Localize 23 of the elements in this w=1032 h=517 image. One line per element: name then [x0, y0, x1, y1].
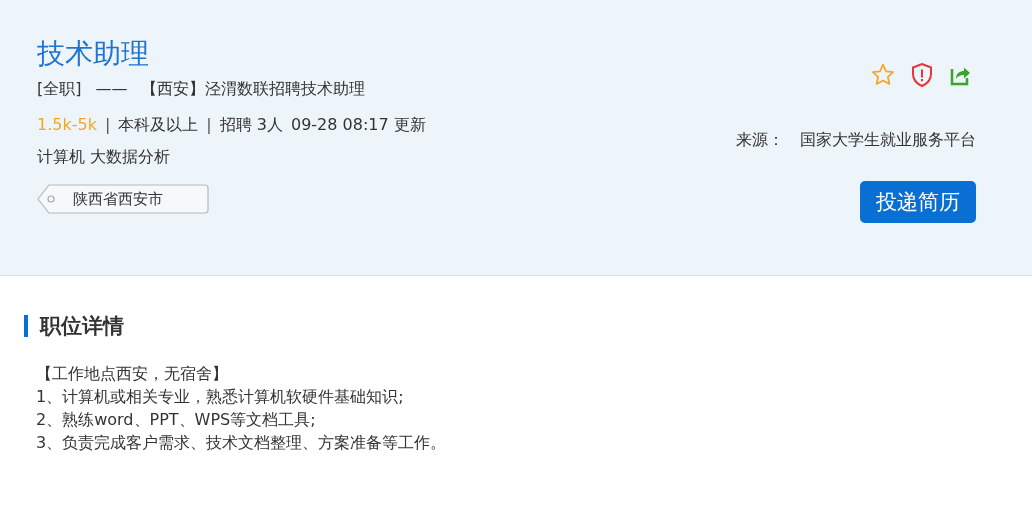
- meta-text: 09-28 08:17 更新: [291, 114, 426, 136]
- dash-text: ——: [95, 78, 128, 100]
- section-heading: 职位详情: [40, 313, 124, 340]
- detail-line: 3、负责完成客户需求、技术文档整理、方案准备等工作。: [36, 432, 448, 454]
- separator-text: |: [104, 114, 111, 136]
- salary-text: 1.5k-5k: [37, 114, 97, 136]
- major-text: 计算机 大数据分析: [37, 146, 172, 168]
- job-type: [全职]: [37, 78, 82, 100]
- source-text: 国家大学生就业服务平台: [800, 130, 976, 151]
- separator-text: |: [206, 114, 212, 136]
- detail-line: 【工作地点西安，无宿舍】: [36, 363, 229, 385]
- location-tag: 陕西省西安市: [37, 184, 209, 214]
- job-subtitle: 【西安】泾渭数联招聘技术助理: [141, 78, 366, 100]
- job-title: 技术助理: [37, 36, 150, 72]
- heading-accent-bar: [24, 315, 28, 337]
- meta-text: 招聘 3人: [219, 114, 283, 136]
- apply-button[interactable]: 投递简历: [860, 181, 976, 223]
- detail-line: 2、熟练word、PPT、WPS等文档工具;: [36, 409, 317, 431]
- source-label: 来源：: [736, 130, 784, 151]
- meta-text: 本科及以上: [118, 114, 199, 136]
- shield-warning-icon[interactable]: [910, 62, 934, 88]
- detail-line: 1、计算机或相关专业，熟悉计算机软硬件基础知识;: [36, 386, 405, 408]
- star-icon[interactable]: [870, 62, 896, 88]
